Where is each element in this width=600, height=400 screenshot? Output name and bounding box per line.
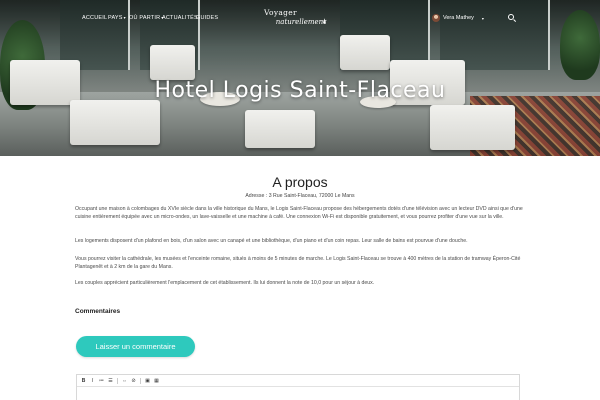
hero-chair — [70, 100, 160, 145]
bullet-list-icon[interactable]: ☰ — [108, 378, 113, 384]
leave-comment-button[interactable]: Laisser un commentaire — [76, 336, 195, 357]
italic-icon[interactable]: I — [90, 378, 95, 384]
nav-item-ou-partir[interactable]: OÙ PARTIR▾ — [129, 15, 163, 21]
leaf-icon: ❦ — [321, 20, 327, 26]
about-heading: A propos — [272, 174, 328, 190]
comment-editor[interactable]: B I ≔ ☰ ⇔ ⊘ ▣ ▦ — [76, 374, 520, 400]
description-paragraph: Vous pourrez visiter la cathédrale, les … — [75, 256, 521, 270]
search-icon[interactable] — [508, 14, 517, 22]
ordered-list-icon[interactable]: ≔ — [99, 378, 104, 384]
nav-item-pays[interactable]: PAYS▾ — [108, 15, 126, 21]
hotel-title: Hotel Logis Saint-Flaceau — [154, 78, 446, 103]
user-menu[interactable]: Vera Mathey ▾ — [432, 13, 484, 23]
chevron-down-icon: ▾ — [481, 15, 484, 21]
hero-chair — [245, 110, 315, 148]
link-icon[interactable]: ⇔ — [122, 378, 127, 384]
image-icon[interactable]: ▣ — [145, 378, 150, 384]
hero-chair — [430, 105, 515, 150]
description-paragraph: Occupant une maison à colombages du XVIe… — [75, 206, 523, 220]
table-icon[interactable]: ▦ — [154, 378, 159, 384]
comments-heading: Commentaires — [75, 308, 121, 315]
nav-item-guides[interactable]: GUIDES — [196, 15, 218, 21]
user-name: Vera Mathey — [443, 15, 474, 21]
description-paragraph: Les logements disposent d'un plafond en … — [75, 238, 468, 244]
nav-item-accueil[interactable]: ACCUEIL — [82, 15, 107, 21]
hotel-address: Adresse : 3 Rue Saint-Flaceau, 72000 Le … — [245, 193, 355, 199]
description-paragraph: Les couples apprécient particulièrement … — [75, 280, 375, 286]
chevron-down-icon: ▾ — [123, 15, 126, 20]
bold-icon[interactable]: B — [81, 378, 86, 384]
toolbar-divider — [117, 377, 118, 384]
hero-chair — [150, 45, 195, 80]
toolbar-divider — [140, 377, 141, 384]
nav-item-actualites[interactable]: ACTUALITÉS — [162, 15, 198, 21]
editor-toolbar: B I ≔ ☰ ⇔ ⊘ ▣ ▦ — [77, 375, 519, 387]
avatar — [432, 14, 440, 22]
hero-chair — [340, 35, 390, 70]
site-logo[interactable]: Voyager naturellement ❦ — [258, 8, 330, 32]
unlink-icon[interactable]: ⊘ — [131, 378, 136, 384]
top-navigation: ACCUEIL PAYS▾ OÙ PARTIR▾ ACTUALITÉS GUID… — [0, 0, 600, 36]
